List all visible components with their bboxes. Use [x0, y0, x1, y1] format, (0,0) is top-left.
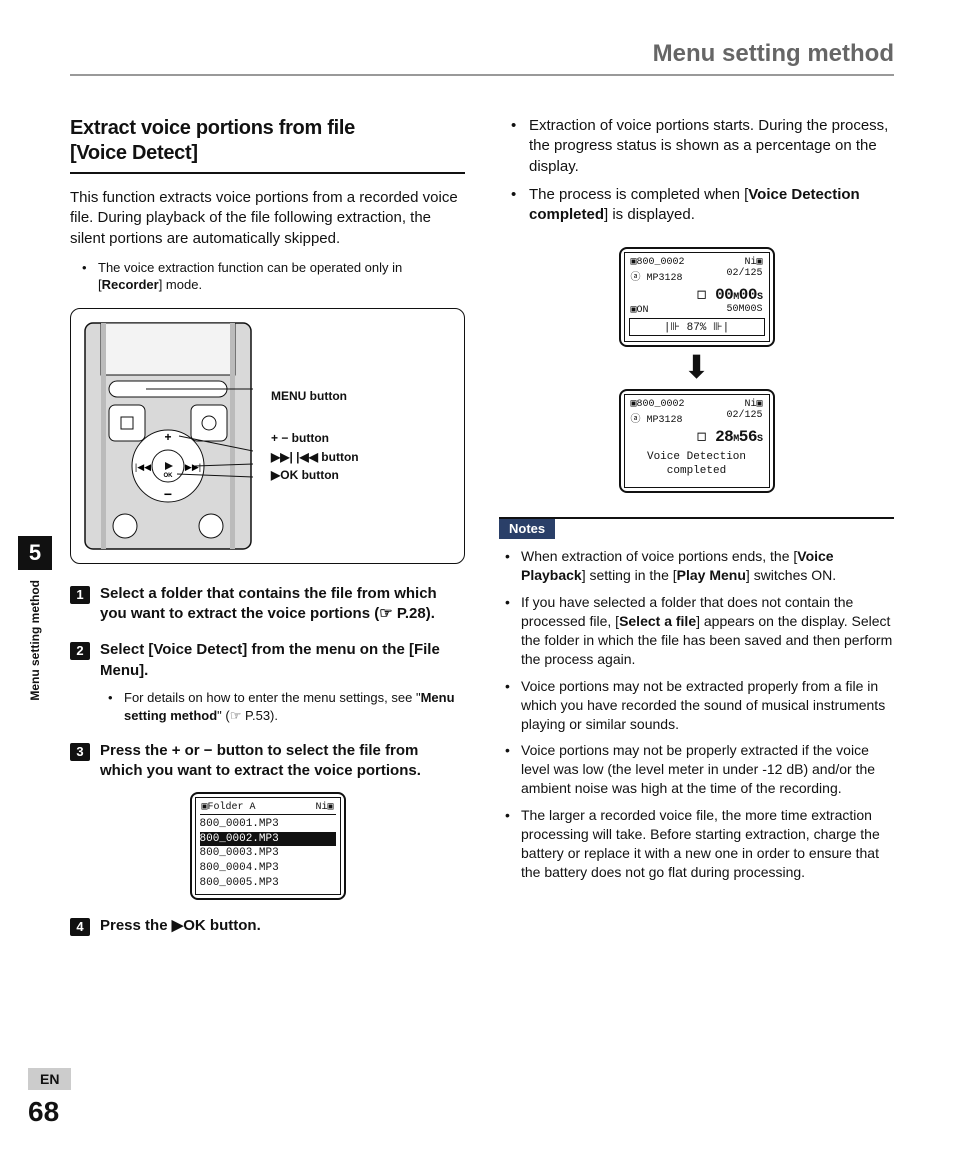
step-4-text: Press the ▶OK button. — [100, 916, 261, 936]
heading-line1: Extract voice portions from file — [70, 117, 355, 139]
result-bullet-1: Extraction of voice portions starts. Dur… — [529, 116, 894, 177]
mode-note: The voice extraction function can be ope… — [98, 259, 465, 294]
chapter-label: Menu setting method — [28, 580, 42, 701]
notes-rule — [499, 517, 894, 519]
lcd-folder-name: ▣Folder A — [202, 801, 256, 813]
lcd-time: ◻ 28M56S — [629, 426, 765, 446]
label-ffrw: ▶▶| |◀◀ button — [271, 450, 359, 464]
note-item: If you have selected a folder that does … — [521, 593, 894, 669]
label-plusminus: + − button — [271, 431, 329, 445]
step-2-number: 2 — [70, 642, 90, 660]
notes-heading: Notes — [499, 519, 555, 539]
lcd-complete: ▣800_0002Ni▣ ⓐ MP312802/125 ◻ 28M56S Voi… — [619, 389, 775, 494]
device-illustration: OK + − |◀◀ ▶▶| MENU button + − button ▶▶… — [70, 308, 465, 564]
list-item: 800_0001.MP3 — [200, 817, 336, 832]
step-1-text: Select a folder that contains the file f… — [100, 584, 465, 625]
note-item: When extraction of voice portions ends, … — [521, 547, 894, 585]
svg-text:+: + — [164, 430, 171, 444]
label-ok: ▶OK button — [271, 468, 339, 482]
lcd-message: Voice Detectioncompleted — [629, 446, 765, 485]
heading-line2: [Voice Detect] — [70, 142, 198, 164]
list-item: 800_0003.MP3 — [200, 846, 336, 861]
step-4-number: 4 — [70, 918, 90, 936]
page-footer: EN 68 — [28, 1068, 71, 1128]
chapter-number: 5 — [18, 536, 52, 570]
lcd-time: ◻ 00M00S — [629, 284, 765, 304]
step-3-number: 3 — [70, 743, 90, 761]
svg-text:OK: OK — [164, 473, 174, 479]
note-item: Voice portions may not be properly extra… — [521, 741, 894, 798]
section-heading: Extract voice portions from file [Voice … — [70, 116, 465, 166]
list-item: 800_0004.MP3 — [200, 861, 336, 876]
arrow-down-icon: ⬇ — [683, 355, 710, 381]
intro-text: This function extracts voice portions fr… — [70, 188, 465, 249]
step-2-sub: For details on how to enter the menu set… — [124, 689, 465, 725]
recorder-diagram: OK + − |◀◀ ▶▶| — [83, 321, 253, 551]
note-item: Voice portions may not be extracted prop… — [521, 677, 894, 734]
result-bullet-2: The process is completed when [Voice Det… — [529, 185, 894, 226]
label-menu: MENU button — [271, 387, 359, 406]
side-tab: 5 Menu setting method — [18, 536, 52, 701]
step-3-text: Press the + or − button to select the fi… — [100, 741, 465, 782]
language-tab: EN — [28, 1068, 71, 1090]
lcd-progress: ▣800_0002Ni▣ ⓐ MP312802/125 ◻ 00M00S ▣ON… — [619, 247, 775, 347]
lcd-percent: |⊪ 87% ⊪| — [629, 318, 765, 336]
label-group: + − button ▶▶| |◀◀ button ▶OK button — [271, 429, 359, 485]
step-2-text: Select [Voice Detect] from the menu on t… — [100, 640, 465, 681]
lcd-battery-icon: Ni▣ — [315, 801, 333, 813]
note-item: The larger a recorded voice file, the mo… — [521, 806, 894, 882]
step-1-number: 1 — [70, 586, 90, 604]
page-header: Menu setting method — [70, 40, 894, 76]
lcd-file-list: ▣Folder A Ni▣ 800_0001.MP3 800_0002.MP3 … — [190, 792, 346, 900]
svg-text:▶▶|: ▶▶| — [185, 462, 201, 472]
list-item-selected: 800_0002.MP3 — [200, 832, 336, 847]
list-item: 800_0005.MP3 — [200, 876, 336, 891]
right-column: Extraction of voice portions starts. Dur… — [499, 116, 894, 944]
left-column: Extract voice portions from file [Voice … — [70, 116, 465, 944]
page-number: 68 — [28, 1096, 71, 1128]
svg-text:−: − — [164, 486, 172, 502]
svg-text:|◀◀: |◀◀ — [135, 462, 151, 472]
heading-rule — [70, 172, 465, 174]
